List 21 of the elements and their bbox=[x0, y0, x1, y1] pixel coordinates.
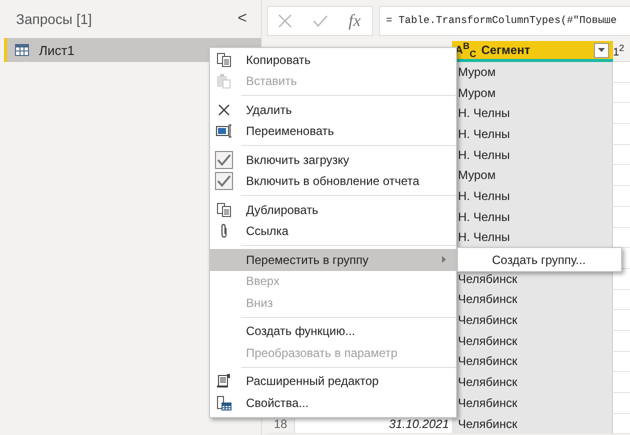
submenu-item[interactable]: Создать группу... bbox=[457, 247, 622, 272]
type-label: 1$^{2}$ bbox=[613, 43, 624, 59]
properties-icon bbox=[216, 394, 232, 411]
paste-icon bbox=[216, 73, 232, 90]
menu-item[interactable]: Переместить в группу bbox=[210, 249, 456, 270]
panel-title: Запросы [1] bbox=[16, 11, 92, 27]
checkbox[interactable] bbox=[215, 172, 233, 190]
collapse-button[interactable]: < bbox=[234, 10, 251, 28]
copy-icon bbox=[216, 52, 232, 68]
table-cell: Челябинск bbox=[452, 414, 613, 434]
checkbox[interactable] bbox=[215, 150, 233, 169]
rename-icon bbox=[215, 123, 233, 140]
paperclip-icon bbox=[219, 223, 229, 240]
document-icon bbox=[216, 373, 232, 390]
submenu-arrow-icon bbox=[442, 256, 446, 264]
table-icon bbox=[15, 44, 29, 56]
column-header[interactable]: 1$^{2}$ bbox=[613, 41, 630, 62]
dropdown-icon[interactable] bbox=[594, 42, 609, 58]
copy-icon bbox=[216, 202, 232, 218]
column-title: Сегмент bbox=[481, 43, 530, 57]
close-icon bbox=[216, 102, 232, 118]
